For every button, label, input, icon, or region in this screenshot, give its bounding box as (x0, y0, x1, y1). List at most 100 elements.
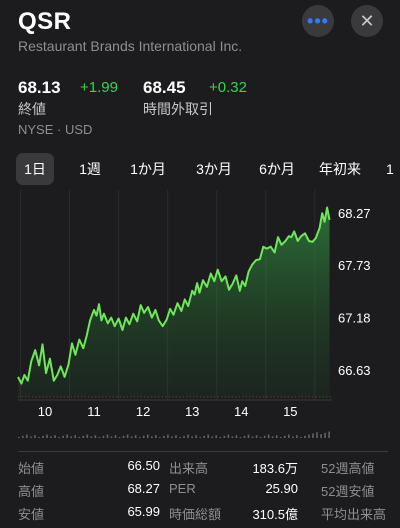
stat-label-52w-high: 52週高値 (321, 461, 375, 476)
volume-bar (187, 434, 189, 438)
volume-bar (207, 434, 210, 438)
y-tick-label: 66.63 (338, 363, 371, 378)
volume-bar (106, 434, 109, 438)
tab-1-year[interactable]: 1 (386, 153, 400, 185)
volume-bar (179, 437, 181, 438)
volume-bar (30, 436, 32, 438)
tab-6-month[interactable]: 6か月 (252, 153, 302, 185)
volume-bar (235, 435, 238, 438)
ticker-symbol: QSR (18, 8, 72, 35)
close-button[interactable]: ✕ (351, 5, 383, 37)
volume-bar (70, 436, 72, 438)
after-hours-change: +0.32 (209, 79, 247, 96)
volume-bar (22, 435, 24, 438)
volume-bar (211, 436, 214, 438)
volume-bar (259, 437, 262, 438)
volume-bar (38, 437, 40, 438)
price-chart: 68.27 67.73 67.18 66.63 10 11 12 13 14 15 (17, 190, 371, 438)
volume-bar (126, 434, 129, 438)
volume-bar (263, 435, 266, 438)
volume-bar (251, 436, 254, 438)
volume-bar (90, 436, 93, 438)
tab-ytd[interactable]: 年初来 (316, 153, 364, 185)
volume-bar (66, 434, 68, 438)
volume-bar (42, 435, 44, 438)
stat-value-high: 68.27 (127, 481, 160, 496)
x-tick-label: 15 (283, 404, 297, 419)
volume-bar (271, 436, 274, 438)
volume-bar (231, 436, 234, 438)
volume-bar (199, 437, 201, 438)
volume-bar (102, 435, 105, 438)
x-tick-label: 11 (87, 404, 101, 419)
exchange-currency: NYSE · USD (18, 122, 93, 137)
y-tick-label: 68.27 (338, 206, 371, 221)
volume-bar (288, 434, 290, 438)
volume-bar (300, 437, 302, 438)
volume-bar (227, 434, 230, 438)
tab-3-month[interactable]: 3か月 (189, 153, 239, 185)
stat-label-volume: 出来高 (169, 461, 209, 476)
volume-bar (118, 437, 121, 438)
volume-bar (320, 434, 322, 438)
stat-value-low: 65.99 (127, 504, 160, 519)
volume-bar (54, 435, 56, 438)
volume-bar (316, 432, 318, 438)
volume-bar (183, 435, 185, 438)
volume-bar (324, 432, 326, 438)
volume-bar (171, 436, 173, 438)
volume-bar (86, 434, 89, 438)
stat-label-pe: PER (169, 481, 196, 496)
volume-bar (304, 435, 306, 438)
volume-bar (138, 437, 141, 438)
price-area-fill (18, 207, 330, 397)
volume-bar (62, 435, 64, 438)
volume-bar (58, 437, 60, 438)
volume-bar (110, 436, 113, 438)
volume-bar (243, 435, 246, 438)
stat-label-avg-volume: 平均出来高 (321, 507, 387, 522)
volume-bar (74, 435, 77, 438)
volume-bar (134, 435, 137, 438)
volume-bar (34, 435, 36, 438)
volume-bar (18, 437, 20, 438)
stat-label-52w-low: 52週安値 (321, 484, 375, 499)
tab-1-week[interactable]: 1週 (72, 153, 108, 185)
volume-bar (308, 434, 310, 438)
volume-bar (142, 435, 145, 438)
x-tick-label: 14 (234, 404, 248, 419)
volume-bar (203, 435, 205, 438)
volume-bar (215, 435, 218, 438)
volume-bar (328, 431, 330, 438)
volume-bar (122, 435, 125, 438)
volume-bar (167, 434, 169, 438)
volume-bar (267, 434, 270, 438)
volume-bar (219, 437, 222, 438)
volume-bar (247, 434, 250, 438)
volume-bar (296, 435, 298, 438)
tab-1-day[interactable]: 1日 (16, 153, 54, 185)
after-hours-label: 時間外取引 (143, 101, 213, 117)
volume-bar (159, 437, 161, 438)
volume-bar (279, 437, 282, 438)
volume-bar (146, 434, 149, 438)
more-options-button[interactable]: ••• (302, 5, 334, 37)
volume-bar (98, 437, 101, 438)
volume-bar (163, 435, 165, 438)
volume-bar (50, 436, 52, 438)
stat-value-market-cap: 310.5億 (252, 507, 298, 522)
close-icon: ✕ (359, 10, 375, 31)
close-change: +1.99 (80, 79, 118, 96)
close-label: 終値 (18, 101, 46, 117)
stat-label-high: 高値 (18, 484, 45, 499)
stat-value-volume: 183.6万 (252, 461, 298, 476)
y-tick-label: 67.18 (338, 311, 371, 326)
volume-bar (239, 437, 242, 438)
volume-bar (130, 436, 133, 438)
tab-1-month[interactable]: 1か月 (124, 153, 172, 185)
volume-bar (195, 435, 197, 438)
stat-value-pe: 25.90 (265, 481, 298, 496)
after-hours-price: 68.45 (143, 78, 186, 97)
volume-bar (223, 435, 226, 438)
stat-label-low: 安値 (18, 507, 45, 522)
